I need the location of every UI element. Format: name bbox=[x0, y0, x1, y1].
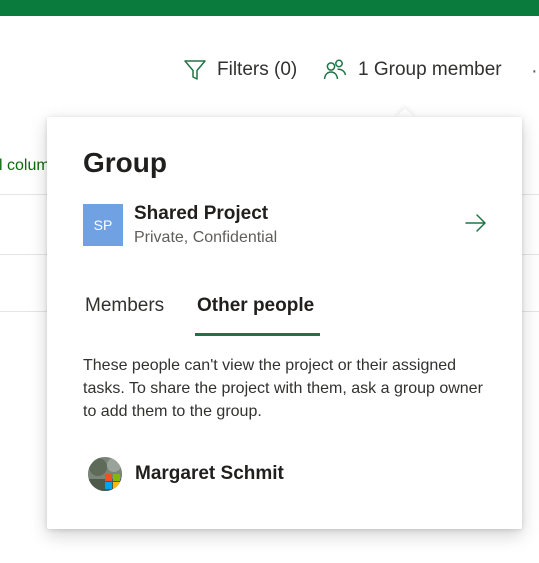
selected-tab-indicator bbox=[195, 333, 320, 336]
filters-label: Filters (0) bbox=[217, 59, 298, 80]
filter-icon bbox=[184, 60, 206, 80]
popup-title: Group bbox=[83, 147, 167, 178]
person-name: Margaret Schmit bbox=[135, 463, 284, 484]
filters-button[interactable]: Filters (0) bbox=[183, 56, 297, 84]
group-members-button[interactable]: 1 Group member bbox=[323, 56, 502, 84]
app-top-bar bbox=[0, 0, 539, 16]
people-icon bbox=[323, 59, 347, 80]
group-card[interactable]: SP Shared Project Private, Confidential bbox=[83, 203, 493, 247]
avatar bbox=[88, 457, 122, 491]
more-options-button[interactable]: ·· bbox=[531, 60, 539, 83]
arrow-right-icon[interactable] bbox=[464, 211, 488, 235]
tab-other-people[interactable]: Other people bbox=[197, 295, 314, 317]
group-description: Private, Confidential bbox=[134, 229, 278, 246]
group-name: Shared Project bbox=[134, 203, 269, 224]
group-popup: Group SP Shared Project Private, Confide… bbox=[47, 117, 522, 529]
tab-members[interactable]: Members bbox=[85, 295, 164, 317]
group-members-label: 1 Group member bbox=[358, 59, 502, 80]
add-column-link[interactable]: l colum bbox=[0, 157, 50, 175]
other-people-note: These people can't view the project or t… bbox=[83, 357, 483, 420]
group-avatar: SP bbox=[83, 204, 123, 246]
